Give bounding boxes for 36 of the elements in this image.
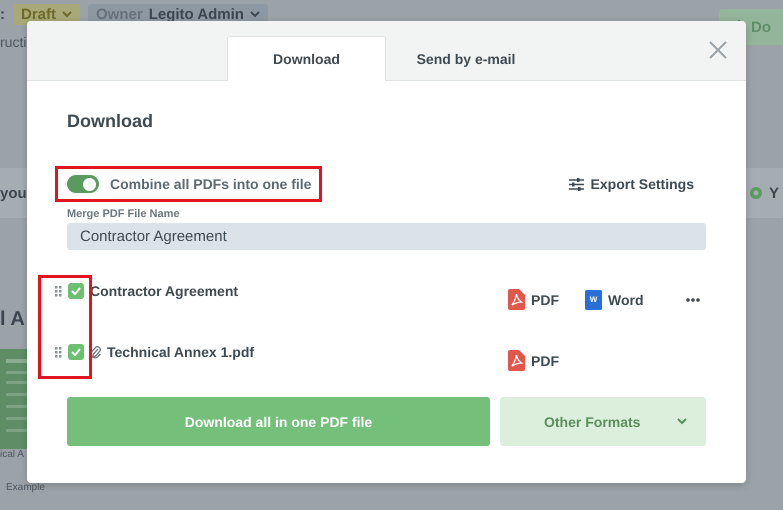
more-button[interactable] [684, 296, 702, 304]
radio-icon [748, 186, 763, 200]
file-name: Contractor Agreement [90, 283, 238, 299]
backdrop-subtitle: ructi [0, 34, 28, 50]
file-checkbox[interactable] [68, 344, 84, 360]
drag-handle-icon[interactable] [55, 286, 62, 296]
check-icon [71, 348, 81, 356]
thumbnail-caption: ical A [0, 449, 24, 460]
thumbnail-caption: Example [6, 482, 45, 493]
toggle-label: Combine all PDFs into one file [110, 176, 312, 192]
format-button[interactable]: PDF [508, 350, 559, 371]
pdf-file-icon [508, 289, 525, 310]
word-file-icon: W [585, 290, 602, 310]
combine-toggle[interactable] [67, 175, 99, 193]
check-icon [71, 287, 81, 295]
format-button[interactable]: W Word [585, 290, 644, 310]
dialog-tab[interactable]: Download [227, 36, 386, 81]
file-name-field[interactable]: Contractor Agreement [67, 223, 706, 250]
file-name: Technical Annex 1.pdf [107, 344, 254, 360]
drag-handle-icon[interactable] [55, 346, 62, 358]
export-settings-button[interactable]: Export Settings [568, 176, 706, 192]
banner-text: Y [768, 184, 779, 202]
format-button[interactable]: PDF [508, 289, 559, 310]
backdrop-text: : [0, 6, 5, 22]
dialog-tab[interactable]: Send by e-mail [386, 36, 546, 81]
section-title: l A [0, 308, 26, 331]
chevron-icon [677, 418, 688, 425]
close-icon[interactable] [709, 41, 727, 59]
sliders-icon [568, 178, 584, 190]
chevron-icon [62, 10, 72, 18]
chevron-icon [250, 10, 260, 18]
field-label: Merge PDF File Name [67, 208, 180, 220]
dialog-title: Download [67, 111, 154, 132]
banner-text: you [0, 184, 27, 202]
pdf-file-icon [508, 350, 525, 371]
file-checkbox[interactable] [68, 283, 84, 299]
